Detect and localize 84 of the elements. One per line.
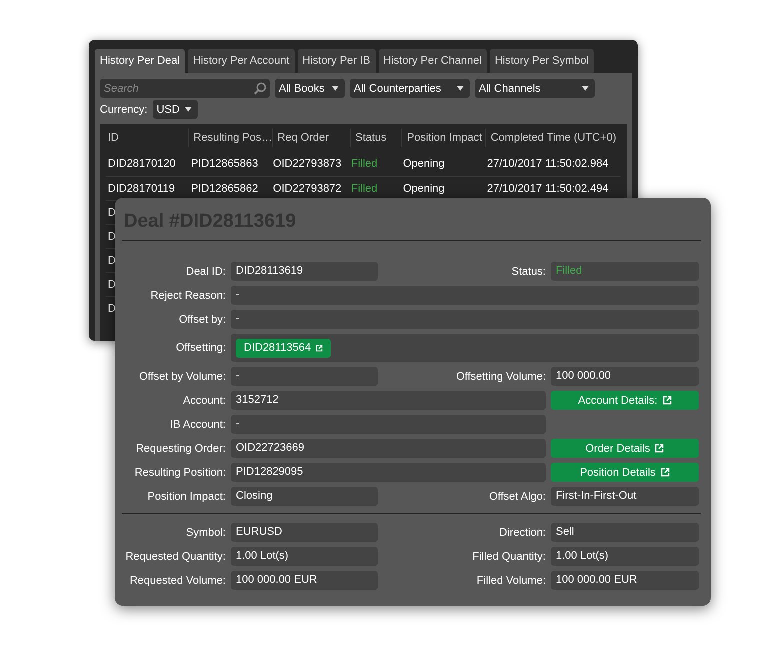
table-cell-text: Opening xyxy=(402,158,446,170)
field-value: - xyxy=(231,415,546,434)
field-value: Closing xyxy=(231,487,378,506)
table-cell-text: Filled xyxy=(350,182,379,194)
field-value: - xyxy=(231,310,699,329)
tab[interactable]: History Per Channel xyxy=(378,49,487,73)
column-header[interactable]: Resulting Pos… xyxy=(188,129,272,147)
field-label: Offset by: xyxy=(178,314,226,326)
table-cell-text: PID12865862 xyxy=(190,182,260,194)
field-label: Account: xyxy=(182,394,226,406)
table-cell-text: OID22793872 xyxy=(272,182,343,194)
details-button[interactable]: Position Details xyxy=(551,463,699,482)
column-header[interactable]: Completed Time (UTC+0) xyxy=(484,129,621,147)
column-header[interactable]: ID xyxy=(106,129,188,147)
column-header[interactable]: Req Order xyxy=(272,129,350,147)
filter-dropdown[interactable]: All Channels xyxy=(475,79,595,98)
filter-dropdown[interactable]: All Counterparties xyxy=(350,79,470,98)
field-label: Requesting Order: xyxy=(135,442,226,454)
field-label: Position Impact: xyxy=(146,490,226,502)
field-value: Sell xyxy=(551,523,699,542)
caret-icon xyxy=(184,107,192,112)
tab[interactable]: History Per Account xyxy=(188,49,295,73)
field-label: IB Account: xyxy=(169,418,226,430)
table-cell-text: PID12865863 xyxy=(190,158,260,170)
field-value: PID12829095 xyxy=(231,463,546,482)
field-label: Offsetting Volume: xyxy=(455,370,546,382)
caret-icon xyxy=(332,86,339,91)
tab[interactable]: History Per Deal xyxy=(95,49,186,73)
tab[interactable]: History Per Symbol xyxy=(490,49,594,73)
field-value: 1.00 Lot(s) xyxy=(231,547,378,566)
table-cell-text: D xyxy=(107,302,117,314)
column-header[interactable]: Status xyxy=(350,129,402,147)
currency-dropdown[interactable]: USD xyxy=(152,100,198,119)
caret-icon xyxy=(582,86,589,91)
table-cell-text: 27/10/2017 11:50:02.494 xyxy=(486,182,610,194)
field-label: Status: xyxy=(510,266,546,278)
search-field[interactable]: Search xyxy=(100,79,270,98)
table-cell-text: D xyxy=(107,230,117,242)
field-value: 1.00 Lot(s) xyxy=(551,547,699,566)
external-link-icon xyxy=(655,444,664,453)
table-cell-text: D xyxy=(107,278,117,290)
table-cell-text: Opening xyxy=(402,182,446,194)
table-cell-text: DID28170119 xyxy=(107,182,176,194)
table-cell-text: DID28170120 xyxy=(107,158,177,170)
field-value: Filled xyxy=(551,262,699,281)
table-cell-text: Filled xyxy=(350,158,379,170)
column-header[interactable]: Position Impact xyxy=(401,129,485,147)
table-cell-text: 27/10/2017 11:50:02.984 xyxy=(486,158,610,170)
field-label: Filled Volume: xyxy=(476,574,546,586)
field-value: - xyxy=(231,367,378,386)
table-cell-text: OID22793873 xyxy=(272,158,343,170)
field-label: Filled Quantity: xyxy=(472,550,546,562)
search-icon xyxy=(254,82,267,95)
field-value: - xyxy=(231,286,699,305)
field-label: Requested Quantity: xyxy=(124,550,226,562)
deal-link-button[interactable]: DID28113564 xyxy=(236,338,331,358)
field-value: 100 000.00 EUR xyxy=(231,571,378,590)
details-button[interactable]: Order Details xyxy=(551,439,699,458)
field-label: Requested Volume: xyxy=(128,574,226,586)
field-label: Reject Reason: xyxy=(150,290,226,302)
field-label: Direction: xyxy=(498,526,546,538)
field-value: OID22723669 xyxy=(231,439,546,458)
field-label: Resulting Position: xyxy=(134,466,226,478)
field-label: Offsetting: xyxy=(175,342,226,354)
field-label: Deal ID: xyxy=(185,266,226,278)
table-cell-text: D xyxy=(107,206,117,218)
caret-icon xyxy=(457,86,464,91)
field-value: First-In-First-Out xyxy=(551,487,699,506)
field-value: 3152712 xyxy=(231,391,546,410)
external-link-icon xyxy=(660,468,670,477)
table-cell-text: D xyxy=(107,254,117,266)
field-label: Offset Algo: xyxy=(488,490,546,502)
field-value: 100 000.00 xyxy=(551,367,699,386)
field-value: DID28113619 xyxy=(231,262,378,281)
field-value: 100 000.00 EUR xyxy=(551,571,699,590)
details-button[interactable]: Account Details: xyxy=(551,391,699,410)
currency-label: Currency: xyxy=(100,104,148,116)
tab[interactable]: History Per IB xyxy=(298,49,376,73)
external-link-icon xyxy=(662,396,672,405)
field-label: Offset by Volume: xyxy=(138,370,226,382)
field-label: Symbol: xyxy=(185,526,226,538)
filter-dropdown[interactable]: All Books xyxy=(275,79,345,98)
external-link-icon xyxy=(316,344,323,352)
field-value: EURUSD xyxy=(231,523,378,542)
